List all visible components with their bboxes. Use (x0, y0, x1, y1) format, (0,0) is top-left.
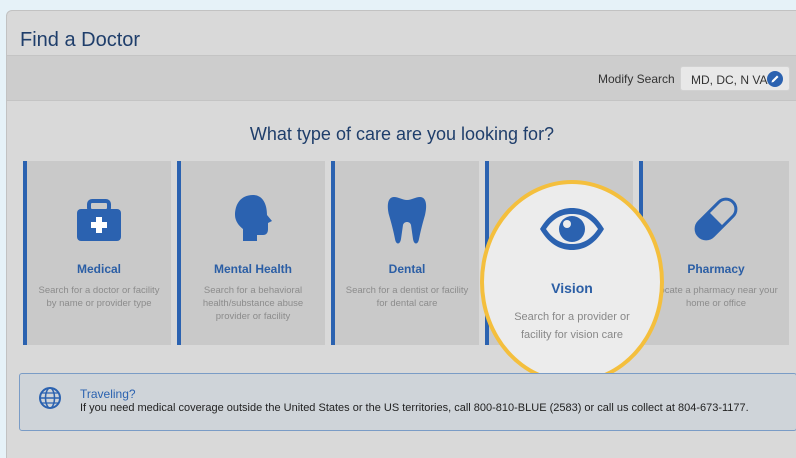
eye-icon (540, 208, 604, 250)
find-doctor-panel: Find a Doctor Modify Search MD, DC, N VA… (6, 10, 796, 458)
card-title-vision: Vision (551, 280, 593, 296)
care-card-medical[interactable]: Medical Search for a doctor or facility … (23, 161, 171, 345)
pencil-edit-icon[interactable] (767, 71, 783, 87)
head-silhouette-icon (235, 195, 272, 241)
care-card-pharmacy[interactable]: Pharmacy Locate a pharmacy near your hom… (639, 161, 789, 345)
tooth-icon (387, 197, 427, 244)
modify-search-bar: Modify Search MD, DC, N VA (7, 55, 796, 101)
traveling-text: If you need medical coverage outside the… (80, 402, 749, 414)
card-desc-medical: Search for a doctor or facility by name … (38, 285, 160, 309)
medical-kit-icon (77, 199, 121, 241)
care-card-mental-health[interactable]: Mental Health Search for a behavioral he… (177, 161, 325, 345)
card-desc-vision: Search for a provider or facility for vi… (514, 311, 630, 341)
location-selector[interactable]: MD, DC, N VA (680, 66, 790, 91)
traveling-title: Traveling? (80, 387, 136, 401)
card-desc-dental: Search for a dentist or facility for den… (345, 285, 469, 309)
card-title-dental: Dental (388, 262, 426, 276)
care-type-heading: What type of care are you looking for? (249, 124, 555, 144)
card-title-medical: Medical (76, 262, 121, 276)
traveling-notice: Traveling? If you need medical coverage … (19, 373, 796, 431)
modify-search-label: Modify Search (598, 72, 675, 86)
page-title: Find a Doctor (20, 29, 141, 51)
card-desc-mental-health: Search for a behavioral health/substance… (202, 285, 304, 322)
pill-capsule-icon (694, 197, 738, 241)
card-title-mental-health: Mental Health (213, 262, 292, 276)
location-text: MD, DC, N VA (691, 73, 768, 87)
care-card-vision[interactable]: Vision Search for a provider or facility… (480, 180, 664, 384)
globe-icon (39, 387, 61, 409)
card-title-pharmacy: Pharmacy (687, 262, 745, 276)
care-card-dental[interactable]: Dental Search for a dentist or facility … (331, 161, 479, 345)
card-desc-pharmacy: Locate a pharmacy near your home or offi… (654, 285, 778, 309)
